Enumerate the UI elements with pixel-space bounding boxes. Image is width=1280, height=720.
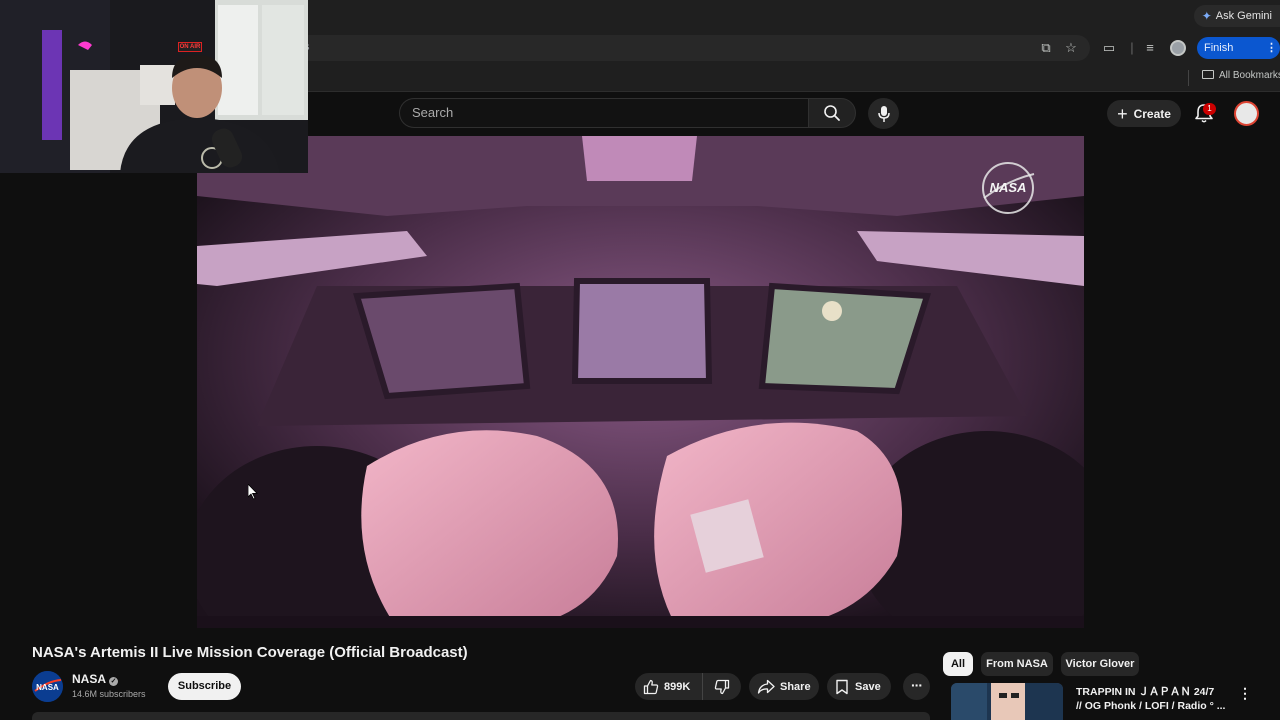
voice-search-button[interactable] (868, 98, 899, 129)
webcam-image (0, 0, 308, 173)
chip-all[interactable]: All (943, 652, 973, 676)
thumbs-up-icon (643, 679, 659, 694)
recommendation-menu-icon[interactable]: ⋮ (1238, 684, 1252, 702)
finish-update-button[interactable]: Finish update ⋮ (1197, 37, 1280, 76)
browser-profile-avatar[interactable] (1170, 40, 1186, 56)
all-bookmarks-button[interactable]: All Bookmarks (1202, 70, 1280, 81)
plus-icon: + (1117, 103, 1128, 124)
recommendation-thumbnail[interactable] (951, 683, 1063, 720)
bookmark-icon (836, 679, 848, 694)
share-label: Share (780, 680, 811, 693)
recommendation-title[interactable]: TRAPPIN IN ＪＡＰＡＮ 24/7 // OG Phonk / LOFI… (1076, 685, 1226, 713)
save-button[interactable]: Save (827, 673, 891, 700)
channel-name[interactable]: NASA ✓ (72, 672, 119, 686)
recommendation-title-line1: TRAPPIN IN ＪＡＰＡＮ 24/7 (1076, 686, 1215, 698)
mouse-cursor-icon (248, 484, 258, 500)
folder-icon (1202, 70, 1214, 79)
subscriber-count: 14.6M subscribers (72, 689, 146, 699)
like-button[interactable]: 899K (635, 673, 703, 700)
video-player[interactable] (197, 136, 1084, 628)
like-dislike-group: 899K (635, 673, 741, 700)
search-input[interactable]: Search (399, 98, 809, 128)
nasa-logo-text: NASA (36, 683, 59, 692)
install-app-icon[interactable]: ⧉ (1038, 40, 1054, 56)
ask-gemini-button[interactable]: ✦ Ask Gemini (1193, 5, 1280, 27)
bookmarks-divider (1188, 70, 1189, 86)
nasa-logo-icon: NASA (32, 671, 63, 702)
create-label: Create (1133, 106, 1171, 121)
notification-badge: 1 (1203, 103, 1216, 115)
more-actions-button[interactable]: ··· (903, 673, 930, 700)
browser-menu-icon[interactable]: ⋮ (1266, 37, 1277, 59)
recommendation-thumbnail-image (951, 683, 1063, 720)
webcam-overlay: ON AIR (0, 0, 308, 173)
description-box[interactable] (32, 712, 930, 720)
search-icon (824, 105, 840, 121)
save-label: Save (855, 680, 881, 693)
recommendation-title-line2: // OG Phonk / LOFI / Radio ° ... (1076, 700, 1226, 712)
nasa-watermark-text: NASA (990, 180, 1027, 195)
reading-list-icon[interactable]: ≡ (1142, 40, 1158, 56)
chip-victor-glover[interactable]: Victor Glover (1061, 652, 1139, 676)
create-button[interactable]: + Create (1107, 100, 1181, 127)
like-count: 899K (664, 680, 691, 693)
toolbar-divider: | (1130, 40, 1134, 55)
thumbs-down-icon (714, 679, 730, 694)
side-panel-icon[interactable]: ▭ (1101, 40, 1117, 56)
channel-name-label: NASA (72, 672, 107, 686)
share-arrow-icon (757, 679, 775, 694)
subscribe-button[interactable]: Subscribe (168, 673, 241, 700)
video-frame (197, 136, 1084, 628)
chip-from-nasa[interactable]: From NASA (981, 652, 1053, 676)
microphone-icon (877, 105, 890, 122)
all-bookmarks-label: All Bookmarks (1219, 70, 1280, 81)
nasa-watermark-logo: NASA (982, 162, 1035, 214)
search-button[interactable] (808, 98, 856, 128)
address-bar[interactable]: s (290, 35, 1090, 61)
bookmark-star-icon[interactable]: ☆ (1063, 40, 1079, 56)
ask-gemini-label: Ask Gemini (1215, 10, 1272, 22)
on-air-sign: ON AIR (178, 42, 202, 52)
search-placeholder: Search (412, 105, 454, 120)
gemini-sparkle-icon: ✦ (1201, 9, 1212, 23)
account-avatar[interactable] (1234, 101, 1259, 126)
dislike-button[interactable] (703, 673, 741, 700)
verified-check-icon: ✓ (109, 677, 119, 686)
video-title: NASA's Artemis II Live Mission Coverage … (32, 644, 468, 661)
channel-avatar[interactable]: NASA (32, 671, 63, 702)
share-button[interactable]: Share (749, 673, 819, 700)
